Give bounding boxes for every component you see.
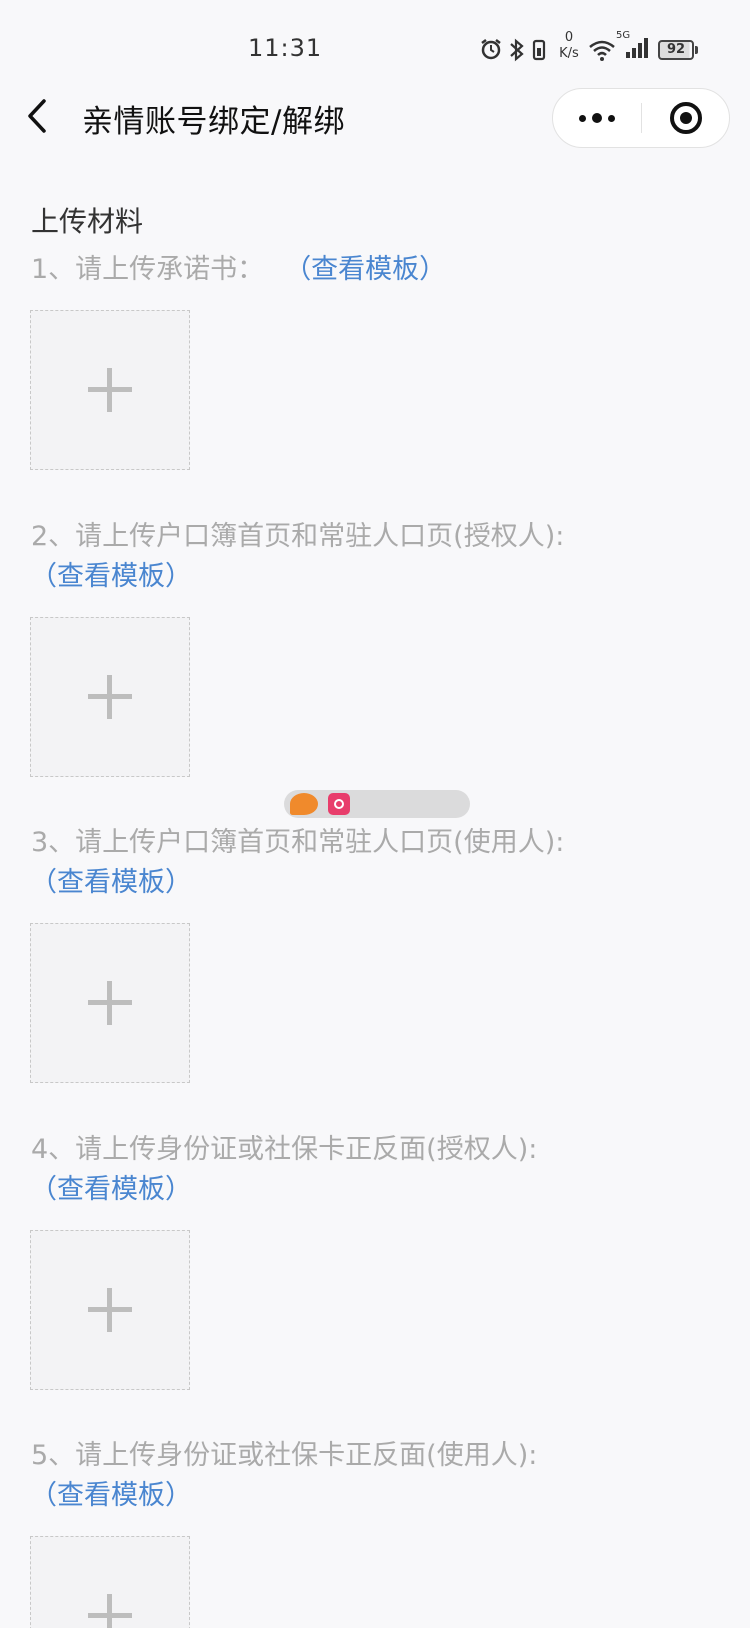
upload-box-5[interactable] (30, 1536, 190, 1628)
more-dot-icon (579, 114, 586, 122)
net-speed-unit: K/s (559, 46, 579, 61)
watermark (284, 790, 470, 818)
plus-icon (88, 675, 132, 719)
section-title: 上传材料 (31, 205, 144, 238)
plus-icon (88, 981, 132, 1025)
bluetooth-icon (510, 38, 524, 62)
status-icons: 0 K/s 5G 92 (480, 30, 720, 70)
page-title: 亲情账号绑定/解绑 (82, 104, 345, 140)
upload-item-label-2: 2、请上传户口簿首页和常驻人口页(授权人): (31, 521, 565, 552)
view-template-link-2[interactable]: （查看模板） (30, 557, 192, 597)
view-template-link-1[interactable]: （查看模板） (284, 254, 446, 285)
net-speed-value: 0 (564, 30, 574, 45)
status-time: 11:31 (248, 34, 323, 62)
net-speed: 0 K/s (552, 30, 586, 62)
item-label-text: 1、请上传承诺书： (31, 254, 265, 285)
chevron-left-icon (28, 99, 46, 133)
upload-box-3[interactable] (30, 923, 190, 1083)
vibrate-icon (532, 39, 546, 61)
upload-box-1[interactable] (30, 310, 190, 470)
status-bar: 11:31 0 K/s 5G 92 (0, 0, 750, 90)
signal-icon (626, 38, 648, 58)
watermark-eye-icon (328, 793, 350, 815)
upload-item-label-1: 1、请上传承诺书： （查看模板） (31, 250, 446, 290)
alarm-icon (481, 39, 501, 60)
battery-cap (695, 46, 698, 54)
close-miniprogram-button[interactable] (642, 89, 730, 147)
more-button[interactable] (553, 89, 641, 147)
upload-box-2[interactable] (30, 617, 190, 777)
page: 11:31 0 K/s 5G 92 亲情账号绑定/解绑 上传材料 1、请上传承诺… (0, 0, 750, 1628)
upload-item-label-3: 3、请上传户口簿首页和常驻人口页(使用人): (31, 827, 565, 858)
plus-icon (88, 1594, 132, 1628)
upload-box-4[interactable] (30, 1230, 190, 1390)
plus-icon (88, 1288, 132, 1332)
watermark-logo-icon (290, 793, 318, 815)
capsule-menu (552, 88, 730, 148)
more-dot-icon (608, 114, 615, 122)
view-template-link-5[interactable]: （查看模板） (30, 1476, 192, 1516)
nav-bar: 亲情账号绑定/解绑 (0, 88, 750, 148)
upload-item-label-5: 5、请上传身份证或社保卡正反面(使用人): (31, 1440, 538, 1471)
view-template-link-4[interactable]: （查看模板） (30, 1170, 192, 1210)
back-button[interactable] (26, 94, 58, 138)
more-dot-icon (592, 113, 602, 123)
plus-icon (88, 368, 132, 412)
upload-item-label-4: 4、请上传身份证或社保卡正反面(授权人): (31, 1134, 538, 1165)
battery-icon: 92 (658, 40, 694, 60)
view-template-link-3[interactable]: （查看模板） (30, 863, 192, 903)
wifi-icon (589, 40, 615, 61)
target-icon (670, 102, 702, 134)
